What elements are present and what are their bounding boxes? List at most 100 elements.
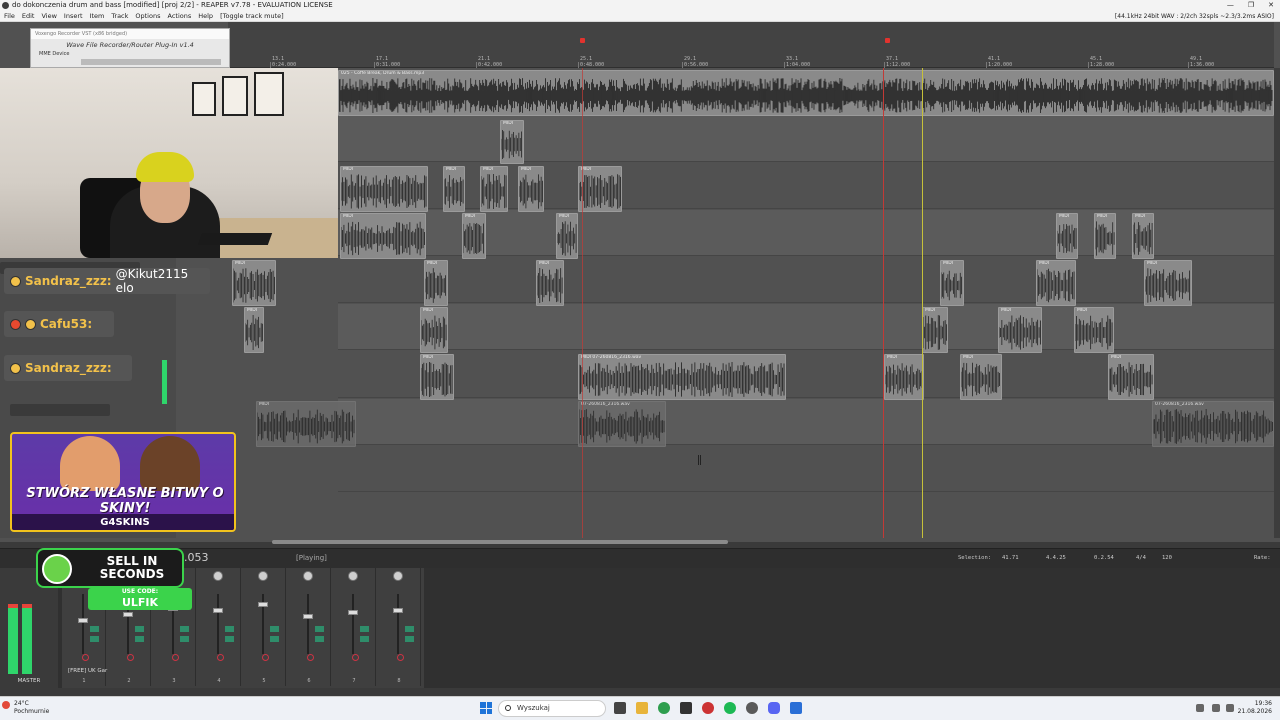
pan-knob[interactable] [213,571,223,581]
media-item[interactable]: MIDI [340,213,426,259]
tray-icon[interactable] [1196,704,1204,712]
timeline-ruler[interactable]: 13.1 0:24.000 17.1 0:31.000 21.1 0:42.000 25.1… [228,22,1274,68]
taskbar-search[interactable]: Wyszukaj [498,700,606,717]
menu-file[interactable]: File [4,11,15,21]
app-icon[interactable] [702,702,714,714]
media-item[interactable]: MIDI [1108,354,1154,400]
time-signature[interactable]: 4/4 [1136,555,1146,561]
record-arm-button[interactable] [172,654,179,661]
spotify-icon[interactable] [724,702,736,714]
media-item[interactable]: MIDI [462,213,486,259]
media-item[interactable]: MIDI [420,354,454,400]
volume-fader[interactable] [393,608,403,613]
app-icon[interactable] [790,702,802,714]
media-item[interactable]: MIDI [1132,213,1154,259]
marker-pin[interactable] [580,38,585,43]
media-item[interactable]: MIDI [443,166,465,212]
menu-insert[interactable]: Insert [64,11,83,21]
media-item[interactable]: MIDI [998,307,1042,353]
record-arm-button[interactable] [217,654,224,661]
close-button[interactable]: ✕ [1268,0,1274,11]
discord-icon[interactable] [768,702,780,714]
media-item[interactable]: 07-260816_2316.wav [1152,401,1274,447]
fx-button[interactable] [270,636,279,642]
fx-button[interactable] [180,626,189,632]
weather-widget[interactable]: 24°C Pochmurnie [2,700,49,716]
selection-end[interactable]: 4.4.25 [1046,555,1066,561]
fx-button[interactable] [90,636,99,642]
fx-button[interactable] [315,636,324,642]
media-item[interactable]: MIDI [232,260,276,306]
selection-length[interactable]: 0.2.54 [1094,555,1114,561]
start-button[interactable] [480,702,492,714]
volume-icon[interactable] [1226,704,1234,712]
media-item[interactable]: MIDI [1056,213,1078,259]
record-arm-button[interactable] [127,654,134,661]
track-lane[interactable] [338,116,1274,162]
media-item[interactable]: MIDI [424,260,448,306]
vertical-scrollbar[interactable] [1274,68,1280,538]
record-arm-button[interactable] [82,654,89,661]
fx-button[interactable] [405,626,414,632]
plugin-device[interactable]: MME Device [31,51,229,57]
media-item[interactable]: MIDI [244,307,264,353]
pan-knob[interactable] [258,571,268,581]
recorder-plugin-window[interactable]: Voxengo Recorder VST (x86 bridged) Wave … [30,28,230,68]
media-item[interactable]: MIDI [940,260,964,306]
tempo-bpm[interactable]: 120 [1162,555,1172,561]
menu-item[interactable]: Item [90,11,105,21]
fx-button[interactable] [360,626,369,632]
track-header[interactable] [10,404,110,416]
reaper-icon[interactable] [746,702,758,714]
media-item[interactable]: MIDI 07-260816_2316.wav [578,354,786,400]
fx-button[interactable] [405,636,414,642]
fx-button[interactable] [135,636,144,642]
media-item[interactable]: MIDI [536,260,564,306]
volume-fader[interactable] [78,618,88,623]
track-lane[interactable] [338,163,1274,209]
fx-button[interactable] [90,626,99,632]
media-item[interactable]: 025 - Coffe Break, Drum & Bass.mp3 [338,70,1274,116]
horizontal-scrollbar[interactable] [272,540,728,544]
fx-button[interactable] [135,626,144,632]
record-arm-button[interactable] [262,654,269,661]
task-view-icon[interactable] [614,702,626,714]
media-item[interactable]: MIDI [1144,260,1192,306]
media-item[interactable]: MIDI [1036,260,1076,306]
pan-knob[interactable] [303,571,313,581]
fx-button[interactable] [270,626,279,632]
file-explorer-icon[interactable] [636,702,648,714]
media-item[interactable]: MIDI [518,166,544,212]
marker-pin[interactable] [885,38,890,43]
volume-fader[interactable] [213,608,223,613]
record-arm-button[interactable] [352,654,359,661]
media-item[interactable]: MIDI [556,213,578,259]
fx-button[interactable] [315,626,324,632]
volume-fader[interactable] [303,614,313,619]
fx-button[interactable] [360,636,369,642]
fx-button[interactable] [180,636,189,642]
menu-help[interactable]: Help [198,11,213,21]
volume-fader[interactable] [123,612,133,617]
media-item[interactable]: 07-260816_2316.wav [578,401,666,447]
media-item[interactable]: MIDI [256,401,356,447]
track-lane[interactable] [338,399,1274,445]
media-item[interactable]: MIDI [1094,213,1116,259]
media-item[interactable]: MIDI [884,354,924,400]
fx-button[interactable] [225,626,234,632]
record-arm-button[interactable] [397,654,404,661]
pan-knob[interactable] [348,571,358,581]
app-icon[interactable] [680,702,692,714]
media-item[interactable]: MIDI [578,166,622,212]
media-item[interactable]: MIDI [420,307,448,353]
menu-options[interactable]: Options [135,11,160,21]
taskbar-clock[interactable]: 19:36 21.08.2026 [1238,700,1272,716]
volume-fader[interactable] [258,602,268,607]
volume-fader[interactable] [348,610,358,615]
selection-start[interactable]: 41.71 [1002,555,1019,561]
menu-edit[interactable]: Edit [22,11,35,21]
media-item[interactable]: MIDI [922,307,948,353]
menu-view[interactable]: View [41,11,56,21]
media-item[interactable]: MIDI [960,354,1002,400]
media-item[interactable]: MIDI [480,166,508,212]
